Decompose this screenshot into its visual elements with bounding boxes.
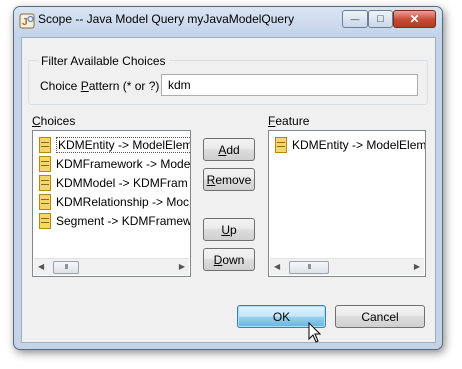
up-button-mnemonic: U [221, 222, 230, 237]
choices-label-mnemonic: C [32, 114, 41, 128]
up-button[interactable]: Up [203, 218, 255, 241]
choice-pattern-label-prefix: Choice [40, 79, 81, 93]
choice-pattern-label: Choice Pattern (* or ?) [40, 79, 159, 93]
list-item[interactable]: KDMModel -> KDMFram [39, 174, 188, 192]
close-icon: ✕ [409, 12, 420, 26]
model-element-icon [275, 137, 287, 153]
scroll-left-arrow-icon[interactable]: ◀ [38, 262, 44, 271]
list-item-label: KDMRelationship -> Moc [56, 195, 190, 209]
cancel-button[interactable]: Cancel [335, 305, 425, 328]
minimize-button[interactable]: — [342, 10, 368, 28]
model-element-icon [39, 137, 51, 153]
filter-group-title: Filter Available Choices [38, 54, 169, 68]
choices-label: Choices [32, 114, 75, 128]
remove-button-mnemonic: R [206, 172, 216, 187]
list-item[interactable]: KDMEntity -> ModelElem [275, 136, 426, 154]
svg-text:J: J [22, 17, 28, 28]
down-button-mnemonic: D [213, 252, 223, 267]
scroll-thumb[interactable]: III [289, 261, 329, 274]
choices-list[interactable]: KDMEntity -> ModelElem KDMFramework -> M… [32, 130, 191, 277]
scroll-right-arrow-icon[interactable]: ▶ [179, 262, 185, 271]
up-button-label: p [229, 222, 237, 237]
scroll-grip-icon: III [307, 264, 312, 271]
model-element-icon [39, 213, 51, 229]
add-button[interactable]: Add [203, 138, 255, 161]
maximize-button[interactable]: □ [368, 10, 393, 28]
choice-pattern-label-suffix: attern (* or ?) [88, 79, 160, 93]
remove-button-label: emove [215, 172, 252, 187]
maximize-icon: □ [377, 13, 384, 25]
close-button[interactable]: ✕ [393, 10, 436, 28]
list-item-label: KDMFramework -> Mode [56, 157, 191, 171]
scroll-left-arrow-icon[interactable]: ◀ [274, 262, 280, 271]
list-item-label: KDMEntity -> ModelElem [292, 138, 426, 152]
choices-horizontal-scrollbar[interactable]: ◀ III ▶ [34, 258, 189, 275]
list-item-label: KDMModel -> KDMFram [56, 176, 188, 190]
model-element-icon [39, 156, 51, 172]
list-item-label: KDMEntity -> ModelElem [56, 137, 190, 153]
list-item-label: Segment -> KDMFramew [56, 214, 191, 228]
model-element-icon [39, 175, 51, 191]
choice-pattern-label-mnemonic: P [80, 79, 89, 93]
add-button-mnemonic: A [218, 142, 227, 157]
feature-horizontal-scrollbar[interactable]: ◀ III ▶ [270, 258, 424, 275]
down-button[interactable]: Down [203, 248, 255, 271]
list-item[interactable]: KDMFramework -> Mode [39, 155, 190, 173]
mouse-pointer-icon [308, 322, 322, 343]
java-app-icon: J [19, 13, 35, 29]
down-button-label: own [222, 252, 245, 267]
choices-label-rest: hoices [40, 114, 76, 128]
remove-button[interactable]: Remove [203, 168, 255, 191]
window-title: Scope -- Java Model Query myJavaModelQue… [38, 12, 295, 26]
scroll-grip-icon: III [64, 264, 69, 271]
feature-label: Feature [268, 114, 309, 128]
list-item[interactable]: Segment -> KDMFramew [39, 212, 191, 230]
list-item[interactable]: KDMEntity -> ModelElem [39, 136, 190, 154]
feature-list[interactable]: KDMEntity -> ModelElem ◀ III ▶ [268, 130, 426, 277]
list-item[interactable]: KDMRelationship -> Moc [39, 193, 189, 211]
minimize-icon: — [350, 14, 360, 24]
scroll-right-arrow-icon[interactable]: ▶ [414, 262, 420, 271]
feature-label-rest: eature [275, 114, 310, 128]
scroll-thumb[interactable]: III [53, 261, 79, 274]
model-element-icon [39, 194, 51, 210]
add-button-label: dd [226, 142, 240, 157]
choice-pattern-input[interactable] [161, 74, 418, 96]
